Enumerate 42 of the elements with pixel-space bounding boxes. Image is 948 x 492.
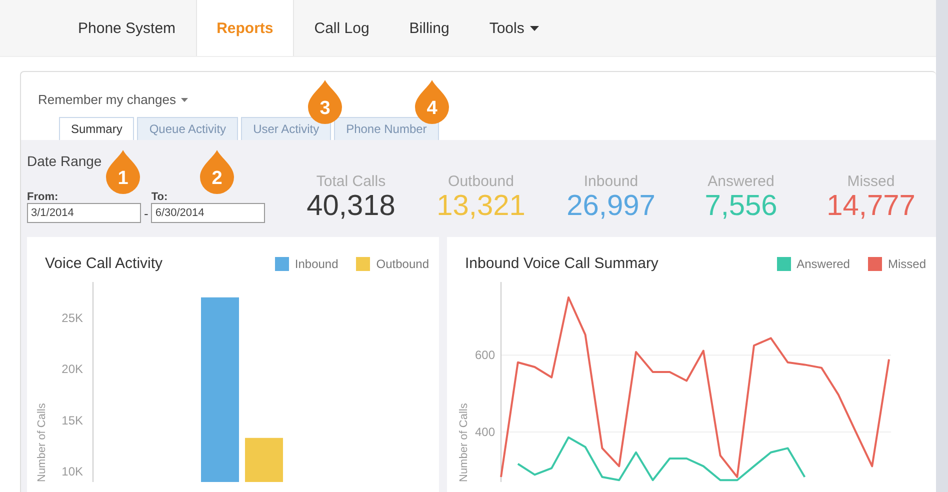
stat-value: 7,556: [704, 190, 778, 223]
stat-label: Total Calls: [316, 173, 386, 190]
bar: [245, 438, 283, 482]
remember-dropdown[interactable]: Remember my changes: [38, 92, 188, 107]
date-range-label: Date Range: [27, 153, 103, 169]
axis-title: Number of Calls: [458, 403, 470, 482]
stat-label: Inbound: [584, 173, 638, 190]
callout-marker: 1: [106, 150, 140, 194]
to-label: To:: [151, 191, 169, 203]
to-date-field[interactable]: 6/30/2014: [151, 203, 266, 223]
legend-label: Missed: [888, 256, 926, 270]
callout-marker: 3: [308, 80, 342, 124]
separator: -: [144, 206, 148, 223]
chart-title: Voice Call Activity: [45, 255, 163, 272]
nav-tab[interactable]: Call Log: [294, 0, 390, 56]
stat-value: 40,318: [306, 190, 396, 223]
nav-tab[interactable]: Tools: [469, 0, 560, 56]
stat-value: 26,997: [566, 190, 656, 223]
stat-label: Answered: [708, 173, 774, 190]
stat-value: 13,321: [436, 190, 526, 223]
tick-label: 10K: [62, 464, 83, 479]
caret-icon: [181, 98, 188, 102]
stat-label: Outbound: [448, 173, 514, 190]
tick-label: 15K: [62, 413, 83, 428]
legend-label: Inbound: [294, 256, 338, 270]
from-date-field[interactable]: 3/1/2014: [27, 203, 141, 223]
nav-tab[interactable]: Phone System: [58, 0, 196, 56]
callout-marker: 2: [200, 150, 234, 194]
stat-value: 14,777: [826, 190, 916, 223]
legend-label: Answered: [796, 256, 850, 270]
tick-label: 20K: [62, 362, 83, 376]
nav-tab[interactable]: Billing: [389, 0, 470, 56]
callout-marker: 4: [415, 80, 449, 124]
report-tab[interactable]: Summary: [59, 117, 134, 140]
tick-label: 25K: [62, 310, 83, 325]
tick-label: 600: [474, 348, 495, 362]
axis-title: Number of Calls: [36, 403, 48, 482]
from-label: From:: [27, 191, 60, 203]
legend-label: Outbound: [376, 256, 429, 270]
tick-label: 400: [474, 425, 495, 439]
stat-label: Missed: [847, 173, 895, 190]
chart-title: Inbound Voice Call Summary: [465, 255, 658, 272]
